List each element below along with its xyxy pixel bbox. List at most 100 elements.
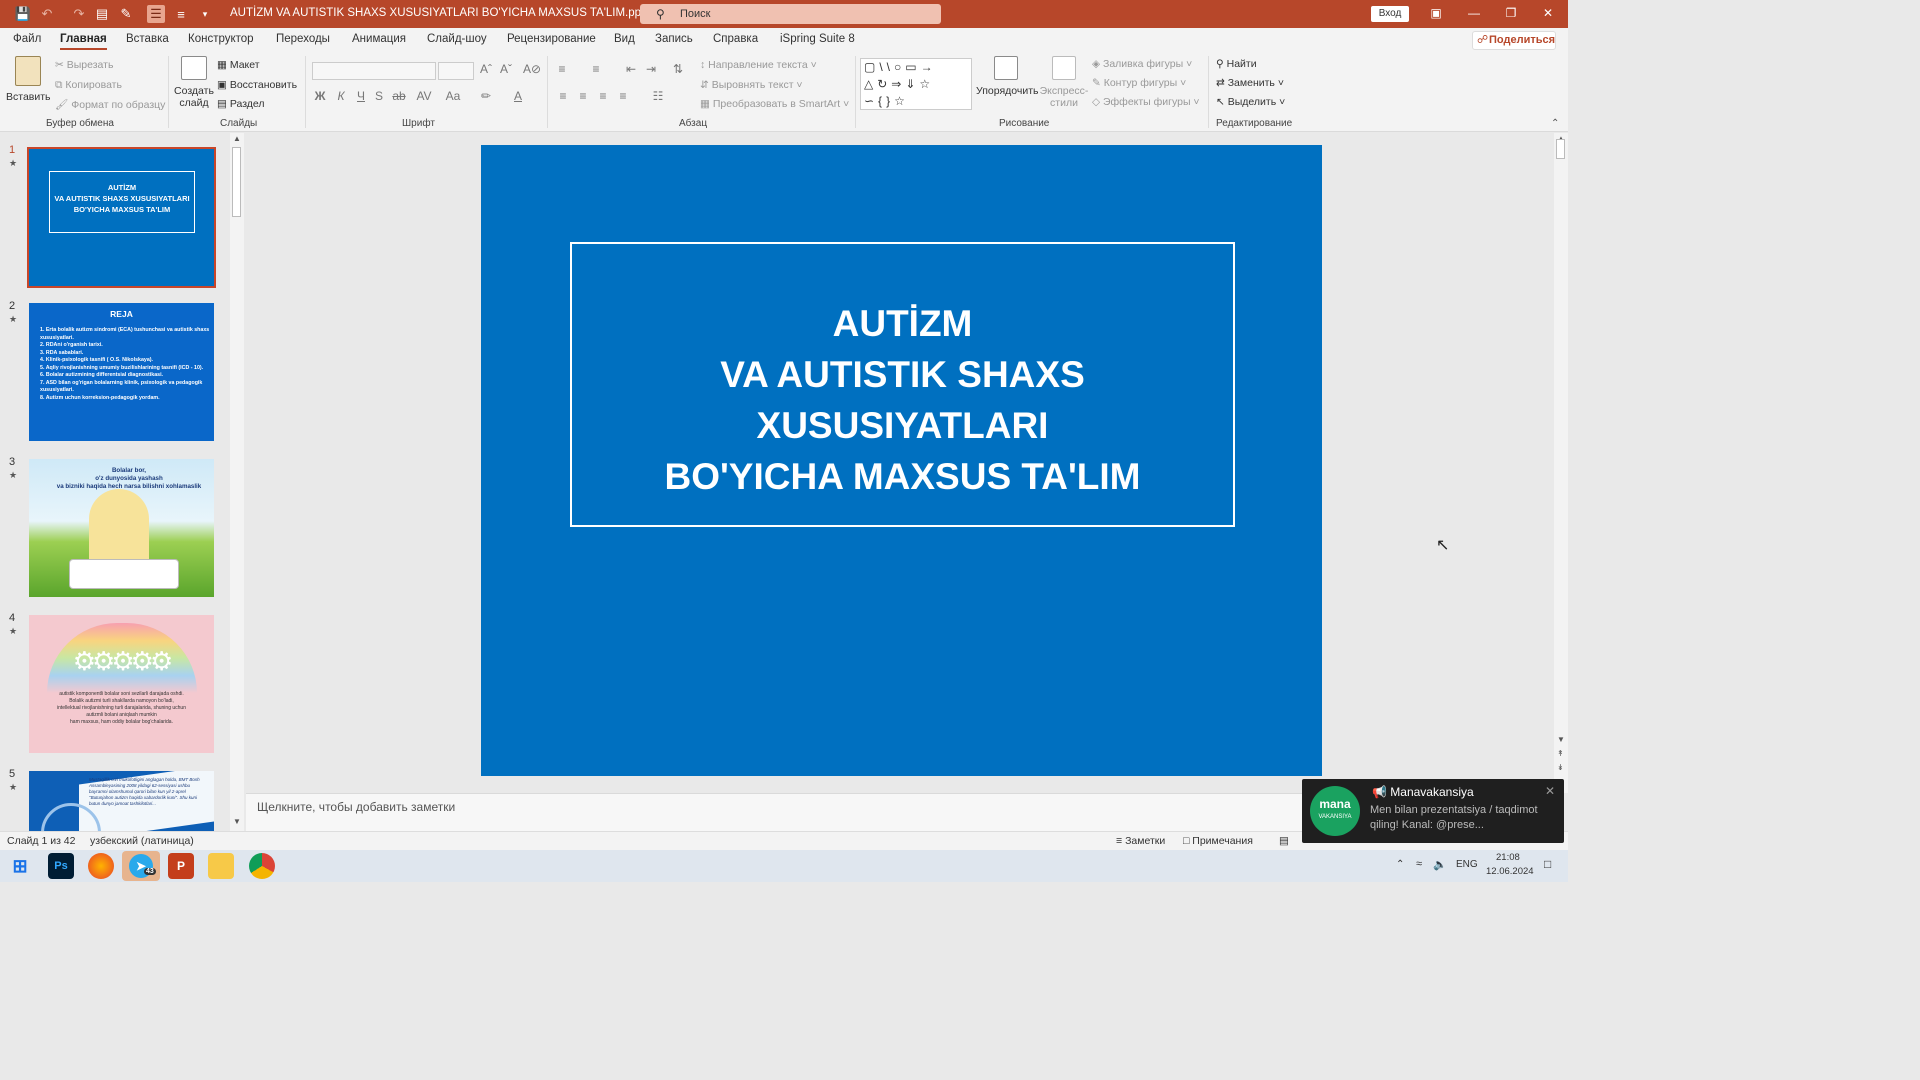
chrome-icon[interactable]	[249, 853, 275, 879]
normal-view-icon[interactable]: ▤	[1279, 835, 1289, 847]
align-left-icon[interactable]: ≡	[555, 89, 571, 103]
tab-slideshow[interactable]: Слайд-шоу	[427, 33, 487, 45]
photoshop-icon[interactable]: Ps	[48, 853, 74, 879]
present-from-start-icon[interactable]: ▤	[93, 5, 111, 23]
close-button[interactable]: ✕	[1538, 6, 1558, 20]
restore-button[interactable]: ❐	[1501, 6, 1521, 20]
tab-record[interactable]: Запись	[655, 33, 693, 45]
close-icon[interactable]: ✕	[1545, 784, 1555, 798]
thumbnail-slide-4[interactable]: ⚙⚙⚙⚙⚙ autistik komponentli bolalar soni …	[29, 615, 214, 753]
tab-home[interactable]: Главная	[60, 33, 107, 50]
clear-formatting-icon[interactable]: A⊘	[523, 62, 541, 76]
align-right-icon[interactable]: ≡	[595, 89, 611, 103]
undo-icon[interactable]: ↶	[38, 5, 56, 23]
file-explorer-icon[interactable]	[208, 853, 234, 879]
copy-button[interactable]: ⧉ Копировать	[55, 79, 122, 92]
language-indicator[interactable]: узбекский (латиница)	[90, 835, 194, 847]
powerpoint-icon[interactable]: P	[168, 853, 194, 879]
next-slide-icon[interactable]: ↡	[1557, 763, 1564, 772]
tab-help[interactable]: Справка	[713, 33, 758, 45]
notifications-icon[interactable]: □	[1544, 857, 1551, 871]
redo-icon[interactable]: ↷	[70, 5, 88, 23]
thumbnail-slide-2[interactable]: REJA 1. Erta bolalik autizm sindromi (EC…	[29, 303, 214, 441]
thumbnail-slide-1[interactable]: AUTİZM VA AUTISTIK SHAXS XUSUSIYATLARI B…	[27, 147, 216, 288]
scroll-up-icon[interactable]: ▲	[233, 134, 241, 143]
customize-toolbar-icon[interactable]: ▾	[196, 5, 214, 23]
font-color-icon[interactable]: A	[510, 89, 526, 103]
shape-outline-button[interactable]: ✎ Контур фигуры ˅	[1092, 77, 1186, 89]
layout-button[interactable]: ▦ Макет	[217, 59, 260, 71]
find-button[interactable]: ⚲ Найти	[1216, 58, 1257, 70]
tab-design[interactable]: Конструктор	[188, 33, 254, 45]
select-button[interactable]: ↖ Выделить ˅	[1216, 96, 1285, 108]
format-painter-button[interactable]: 🖌 Формат по образцу	[55, 98, 165, 111]
decrease-indent-icon[interactable]: ⇤	[623, 62, 639, 76]
highlight-icon[interactable]: ✏	[478, 89, 494, 103]
change-case-button[interactable]: Aa	[442, 89, 464, 103]
increase-font-icon[interactable]: Aˆ	[478, 62, 494, 76]
section-button[interactable]: ▤ Раздел	[217, 98, 265, 110]
line-spacing-icon[interactable]: ⇅	[670, 62, 686, 76]
notes-placeholder[interactable]: Щелкните, чтобы добавить заметки	[257, 800, 455, 814]
wifi-icon[interactable]: ≈	[1416, 858, 1422, 870]
strikethrough-button[interactable]: ab	[391, 89, 407, 103]
bold-button[interactable]: Ж	[312, 89, 328, 103]
shape-effects-button[interactable]: ◇ Эффекты фигуры ˅	[1092, 96, 1200, 108]
draw-icon[interactable]: ✎	[117, 5, 135, 23]
paste-button[interactable]: Вставить	[6, 56, 51, 103]
clock-time[interactable]: 21:08	[1496, 852, 1520, 863]
italic-button[interactable]: К	[333, 89, 349, 103]
columns-icon[interactable]: ☷	[650, 89, 666, 103]
tab-view[interactable]: Вид	[614, 33, 635, 45]
thumbnail-slide-5[interactable]: Mustaqillik o'zi mukofotligini anglagan …	[29, 771, 214, 831]
search-input[interactable]: ⚲ Поиск	[640, 4, 941, 24]
normal-view-icon[interactable]: ☰	[147, 5, 165, 23]
scrollbar-thumb[interactable]	[232, 147, 241, 217]
thumbnail-slide-3[interactable]: Bolalar bor, o'z dunyosida yashash va bi…	[29, 459, 214, 597]
slide-title[interactable]: AUTİZM VA AUTISTIK SHAXS XUSUSIYATLARI B…	[570, 298, 1235, 502]
share-button[interactable]: ☍ Поделиться	[1472, 31, 1556, 50]
input-language[interactable]: ENG	[1456, 859, 1478, 870]
tab-animations[interactable]: Анимация	[352, 33, 406, 45]
sign-in-button[interactable]: Вход	[1371, 6, 1409, 22]
decrease-font-icon[interactable]: Aˇ	[498, 62, 514, 76]
numbering-icon[interactable]: ≡	[588, 62, 604, 76]
quick-styles-button[interactable]: Экспресс- стили	[1038, 56, 1090, 109]
tab-insert[interactable]: Вставка	[126, 33, 169, 45]
justify-icon[interactable]: ≡	[615, 89, 631, 103]
firefox-icon[interactable]	[88, 853, 114, 879]
bullets-icon[interactable]: ≡	[554, 62, 570, 76]
minimize-button[interactable]: —	[1464, 6, 1484, 20]
collapse-ribbon-icon[interactable]: ⌃	[1551, 118, 1559, 129]
comments-button[interactable]: □ Примечания	[1183, 835, 1253, 847]
notes-button[interactable]: ≡ Заметки	[1116, 835, 1165, 847]
tab-review[interactable]: Рецензирование	[507, 33, 596, 45]
underline-button[interactable]: Ч	[353, 89, 369, 103]
font-size-select[interactable]	[438, 62, 474, 80]
ribbon-display-options-icon[interactable]: ▣	[1426, 6, 1446, 20]
shape-fill-button[interactable]: ◈ Заливка фигуры ˅	[1092, 58, 1192, 70]
scrollbar-thumb[interactable]	[1556, 139, 1565, 159]
char-spacing-button[interactable]: AV	[413, 89, 435, 103]
thumbnails-scrollbar[interactable]: ▲ ▼	[230, 133, 244, 831]
align-center-icon[interactable]: ≡	[575, 89, 591, 103]
smartart-button[interactable]: ▦ Преобразовать в SmartArt ˅	[700, 98, 849, 110]
outline-view-icon[interactable]: ≡	[172, 5, 190, 23]
cut-button[interactable]: ✂ Вырезать	[55, 59, 113, 71]
align-text-button[interactable]: ⇵ Выровнять текст ˅	[700, 79, 803, 91]
replace-button[interactable]: ⇄ Заменить ˅	[1216, 77, 1284, 89]
tab-ispring[interactable]: iSpring Suite 8	[780, 33, 855, 45]
windows-start-icon[interactable]: ⊞	[7, 853, 33, 879]
save-icon[interactable]: 💾	[14, 5, 32, 23]
clock-date[interactable]: 12.06.2024	[1486, 866, 1534, 877]
show-hidden-icons[interactable]: ⌃	[1396, 859, 1404, 870]
shadow-button[interactable]: S	[371, 89, 387, 103]
notification-toast[interactable]: mana VAKANSIYA 📢 Manavakansiya Men bilan …	[1302, 779, 1564, 843]
arrange-button[interactable]: Упорядочить	[976, 56, 1038, 97]
telegram-taskbar-button[interactable]: ➤ 43	[122, 851, 160, 881]
scroll-down-icon[interactable]: ▼	[1557, 735, 1565, 744]
tab-file[interactable]: Файл	[13, 33, 41, 45]
slide-scrollbar[interactable]: ▲ ▼ ↟ ↡	[1554, 133, 1568, 793]
scroll-down-icon[interactable]: ▼	[233, 817, 241, 826]
volume-icon[interactable]: 🔈	[1433, 858, 1447, 871]
